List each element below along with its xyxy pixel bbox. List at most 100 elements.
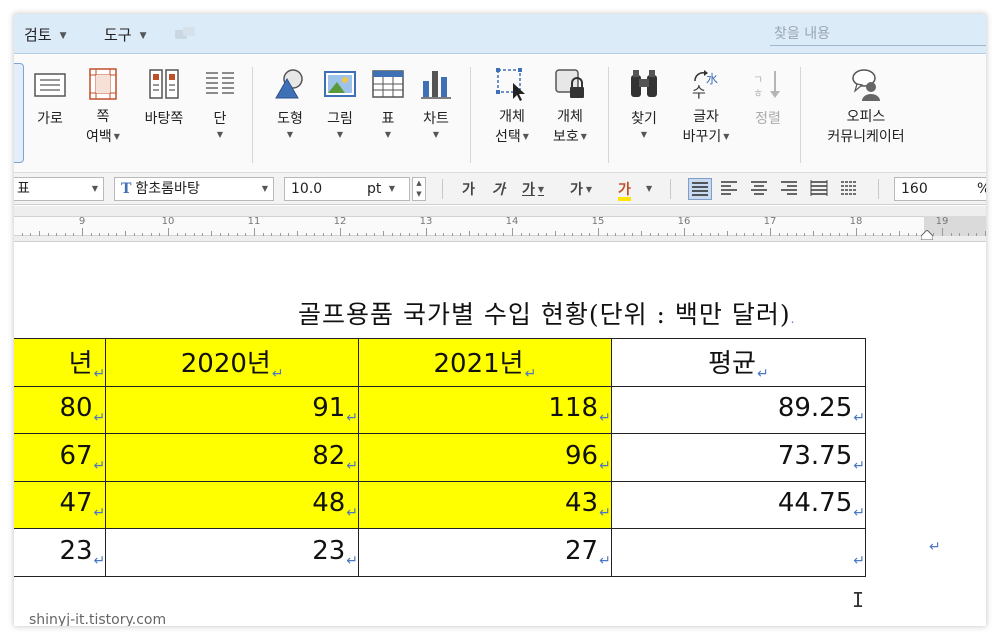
table-cell[interactable]: 73.75↵ (610, 433, 867, 482)
protect-object-label-1: 개체 (557, 109, 583, 125)
shape-label: 도형 (277, 111, 303, 127)
replace-case-button[interactable]: 수 水 글자 바꾸기 ▼ (678, 67, 734, 147)
align-left-button[interactable] (718, 178, 742, 200)
sort-icon: ㄱ ㅎ (753, 71, 780, 100)
document-title-text: 골프용품 국가별 수입 현황(단위 : 백만 달러) (298, 300, 791, 329)
protect-object-button[interactable]: 개체 보호 ▼ (546, 67, 594, 147)
table-cell[interactable]: 82↵ (105, 433, 360, 482)
ruler-tick (108, 233, 109, 236)
ribbon-separator (800, 67, 801, 163)
menu-review[interactable]: 검토 ▼ (24, 24, 67, 45)
document-title[interactable]: 골프용품 국가별 수입 현황(단위 : 백만 달러). (298, 295, 795, 331)
ruler-tick (486, 233, 487, 236)
table-button[interactable]: 표 ▼ (368, 67, 408, 141)
ruler-tick (417, 233, 418, 236)
table-cell[interactable]: ↵ (610, 528, 867, 577)
table-cell-value: 27 (564, 535, 599, 566)
chevron-down-icon: ▼ (336, 130, 344, 139)
strike-button[interactable]: 가 ▼ (570, 179, 592, 199)
font-size-select[interactable]: 10.0 pt ▼ (284, 177, 410, 201)
table-cell[interactable]: 89.25↵ (610, 385, 867, 434)
ruler-number: 10 (161, 216, 175, 227)
table-cell[interactable]: 43↵ (358, 480, 612, 529)
ribbon-toolbar: 가로 쪽 여백 ▼ 바탕쪽 단 ▼ 도형 ▼ 그림 ▼ 표 ▼ 차트 ▼ 개체 … (14, 55, 986, 173)
master-page-button[interactable]: 바탕쪽 (138, 67, 190, 129)
chart-button[interactable]: 차트 ▼ (416, 67, 456, 141)
menu-tools[interactable]: 도구 ▼ (104, 24, 147, 45)
faded-tool-icon[interactable] (174, 25, 196, 43)
table-cell-value: 82 (312, 440, 346, 471)
find-button[interactable]: 찾기 ▼ (622, 67, 666, 141)
table-header-cell[interactable]: 년↵ (14, 338, 107, 387)
bold-button[interactable]: 가 (462, 179, 475, 199)
ruler-tick (48, 233, 49, 236)
align-distribute-button[interactable] (808, 178, 832, 200)
ruler-tick (297, 231, 298, 236)
table-header-cell[interactable]: 2021년↵ (358, 338, 612, 387)
paragraph-mark-icon: ↵ (599, 505, 611, 522)
ruler-tick (142, 233, 143, 236)
table-cell[interactable]: 23↵ (14, 528, 107, 577)
font-select[interactable]: T 함초롬바탕 ▼ (114, 177, 274, 201)
picture-button[interactable]: 그림 ▼ (320, 67, 360, 141)
page-margin-button[interactable]: 쪽 여백 ▼ (80, 67, 126, 147)
align-justify-button[interactable] (688, 178, 712, 200)
replace-case-icon: 수 水 (692, 70, 718, 101)
landscape-button[interactable]: 가로 (30, 67, 70, 129)
replace-case-label-2: 바꾸기 (682, 129, 722, 145)
zoom-select[interactable]: 160 % (894, 177, 986, 201)
ruler-tick (667, 233, 668, 236)
table-cell[interactable]: 91↵ (105, 385, 360, 434)
table-cell[interactable]: 23↵ (105, 528, 360, 577)
ruler-tick (701, 233, 702, 236)
select-object-button[interactable]: 개체 선택 ▼ (488, 67, 536, 147)
chevron-down-icon[interactable]: ▼ (646, 184, 652, 193)
table-cell[interactable]: 67↵ (14, 433, 107, 482)
table-header-text: 평균 (708, 348, 756, 379)
office-communicator-button[interactable]: 오피스 커뮤니케이터 (818, 67, 914, 147)
sort-button[interactable]: ㄱ ㅎ 정렬 (748, 67, 788, 129)
right-indent-marker-icon[interactable] (921, 230, 933, 240)
table-cell[interactable]: 80↵ (14, 385, 107, 434)
shape-button[interactable]: 도형 ▼ (270, 67, 310, 141)
ruler-tick (753, 233, 754, 236)
table-cell[interactable]: 44.75↵ (610, 480, 867, 529)
table-header-row: 년↵ 2020년↵ 2021년↵ 평균↵ (14, 338, 867, 387)
chevron-down-icon: ▼ (113, 132, 120, 141)
ruler-tick (65, 233, 66, 236)
document-page[interactable]: 골프용품 국가별 수입 현황(단위 : 백만 달러). 년↵ 2020년↵ 2021… (14, 243, 986, 626)
table-header-cell[interactable]: 2020년↵ (105, 338, 360, 387)
align-split-button[interactable] (838, 178, 862, 200)
zoom-unit: % (977, 178, 986, 200)
ruler-tick (254, 228, 255, 236)
table-cell[interactable]: 47↵ (14, 480, 107, 529)
align-center-button[interactable] (748, 178, 772, 200)
ruler-tick (357, 233, 358, 236)
table-cell[interactable]: 118↵ (358, 385, 612, 434)
table-cell[interactable]: 96↵ (358, 433, 612, 482)
horizontal-ruler[interactable]: 9 10 11 12 13 14 15 16 17 18 19 (14, 206, 986, 242)
search-input[interactable] (770, 22, 986, 46)
align-right-button[interactable] (778, 178, 802, 200)
table-icon (372, 70, 404, 98)
ruler-tick (82, 228, 83, 236)
ruler-tick (624, 233, 625, 236)
table-cell[interactable]: 27↵ (358, 528, 612, 577)
ruler-tick (779, 233, 780, 236)
style-select[interactable]: 표 ▼ (14, 177, 104, 201)
italic-button[interactable]: 가 (492, 179, 505, 199)
table-label: 표 (381, 111, 395, 127)
chevron-down-icon: ▼ (580, 132, 587, 141)
columns-label: 단 (213, 111, 227, 127)
ribbon-selected-button-edge[interactable] (14, 63, 24, 163)
data-table[interactable]: 년↵ 2020년↵ 2021년↵ 평균↵ 80↵ 91↵ 118↵ 89.25↵ 67↵ 82↵ 9… (14, 338, 867, 577)
align-center-icon (751, 181, 767, 195)
columns-button[interactable]: 단 ▼ (200, 67, 240, 141)
table-header-cell[interactable]: 평균↵ (610, 338, 867, 387)
font-size-spinner[interactable]: ▲ ▼ (412, 177, 426, 201)
font-color-button[interactable]: 가 (618, 179, 631, 201)
select-object-label-1: 개체 (499, 109, 525, 125)
paragraph-mark-icon: ↵ (599, 410, 611, 427)
underline-button[interactable]: 가 ▼ (522, 179, 544, 199)
table-cell[interactable]: 48↵ (105, 480, 360, 529)
